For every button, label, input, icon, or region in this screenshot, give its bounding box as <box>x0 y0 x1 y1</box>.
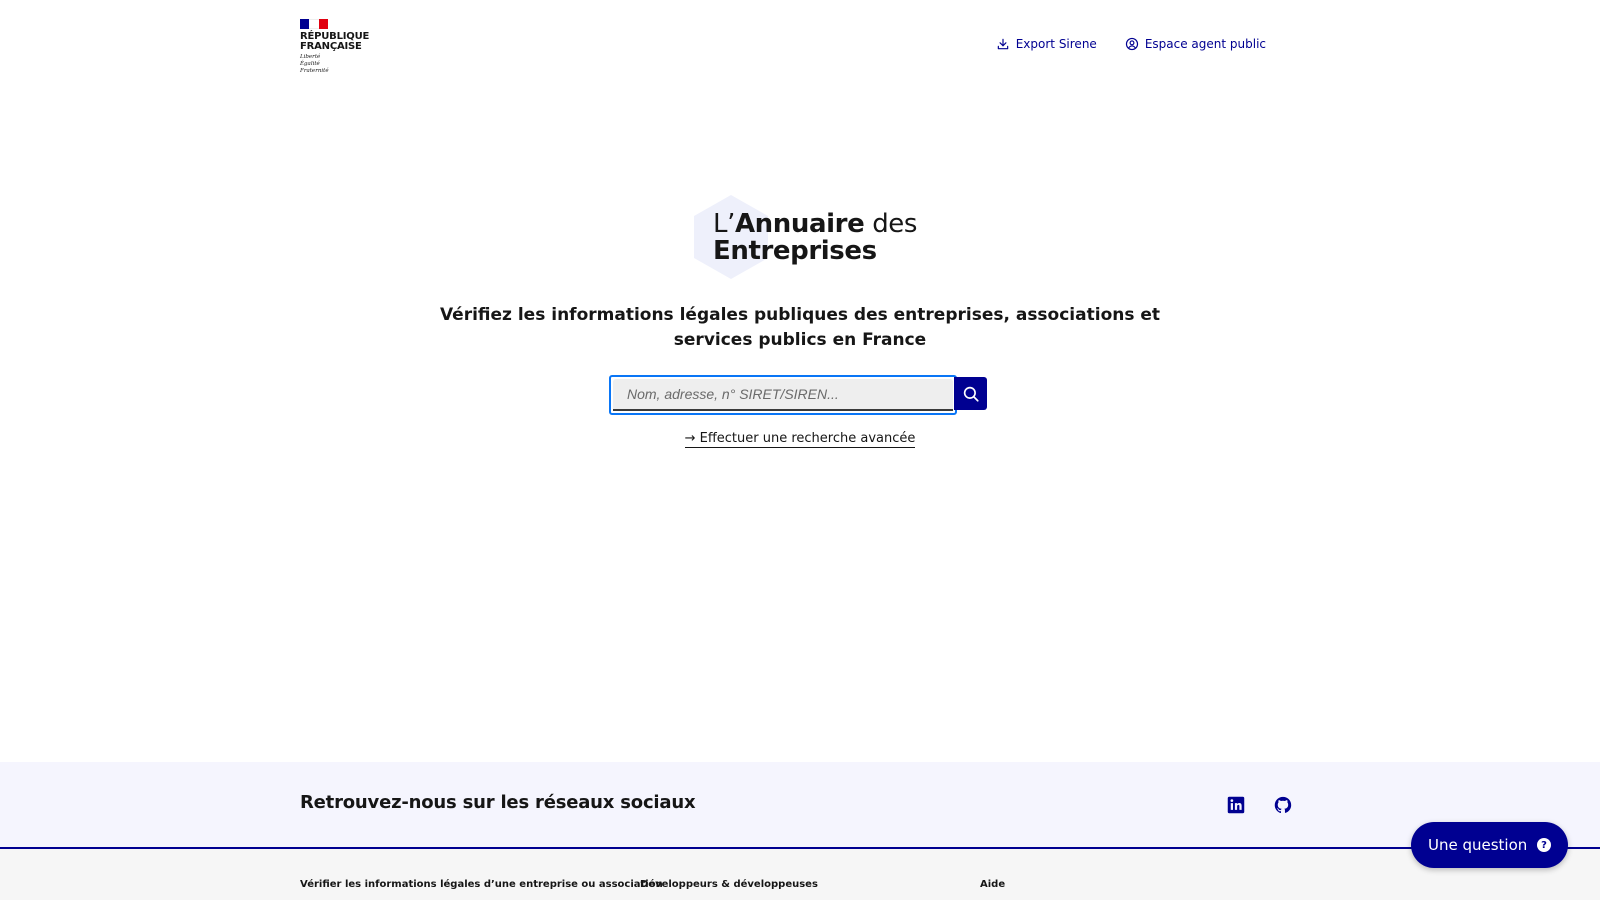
motto-egalite: Égalité <box>300 61 320 67</box>
question-button[interactable]: Une question ? <box>1411 822 1568 868</box>
french-flag-icon <box>300 19 328 29</box>
search-bar <box>609 375 987 415</box>
footer: Vérifier les informations légales d’une … <box>0 849 1600 900</box>
question-button-label: Une question <box>1428 836 1528 854</box>
espace-agent-public-label: Espace agent public <box>1144 37 1266 51</box>
search-button[interactable] <box>954 377 987 410</box>
motto-fraternite: Fraternité <box>300 68 329 74</box>
motto-liberte: Liberté <box>300 54 321 60</box>
social-title: Retrouvez-nous sur les réseaux sociaux <box>300 792 696 813</box>
download-icon <box>997 38 1008 50</box>
social-section: Retrouvez-nous sur les réseaux sociaux <box>0 762 1600 849</box>
annuaire-logo[interactable]: L’Annuaire des Entreprises <box>694 195 954 285</box>
brand-line2: Entreprises <box>713 236 877 266</box>
header-links: Export Sirene Espace agent public <box>996 37 1266 51</box>
espace-agent-public-link[interactable]: Espace agent public <box>1125 37 1266 51</box>
user-circle-icon <box>1125 37 1138 51</box>
question-icon: ? <box>1537 838 1551 852</box>
social-icons <box>1227 796 1292 814</box>
brand-suffix: des <box>864 209 918 239</box>
export-sirene-link[interactable]: Export Sirene <box>996 37 1097 51</box>
page-tagline: Vérifiez les informations légales publiq… <box>439 305 1161 350</box>
advanced-search-link[interactable]: → Effectuer une recherche avancée <box>684 431 916 448</box>
footer-heading-developpeurs: Développeurs & développeuses <box>640 879 818 890</box>
footer-heading-aide: Aide <box>980 879 1006 890</box>
brand-text: L’Annuaire des Entreprises <box>713 211 917 265</box>
search-input[interactable] <box>613 379 953 411</box>
gov-motto: Liberté Égalité Fraternité <box>300 54 380 75</box>
republique-francaise-logo[interactable]: RÉPUBLIQUE FRANÇAISE Liberté Égalité Fra… <box>300 19 380 75</box>
brand-strong: Annuaire <box>734 209 865 239</box>
linkedin-icon[interactable] <box>1227 796 1245 814</box>
search-icon <box>963 386 979 402</box>
footer-heading-verifier: Vérifier les informations légales d’une … <box>300 879 663 890</box>
github-icon[interactable] <box>1274 796 1292 814</box>
export-sirene-label: Export Sirene <box>1015 37 1097 51</box>
search-focus-ring <box>609 375 957 415</box>
advanced-search-wrapper: → Effectuer une recherche avancée <box>600 431 1000 448</box>
header: RÉPUBLIQUE FRANÇAISE Liberté Égalité Fra… <box>0 0 1600 100</box>
gov-name-line2: FRANÇAISE <box>300 41 362 52</box>
brand-prefix: L’ <box>713 209 735 239</box>
